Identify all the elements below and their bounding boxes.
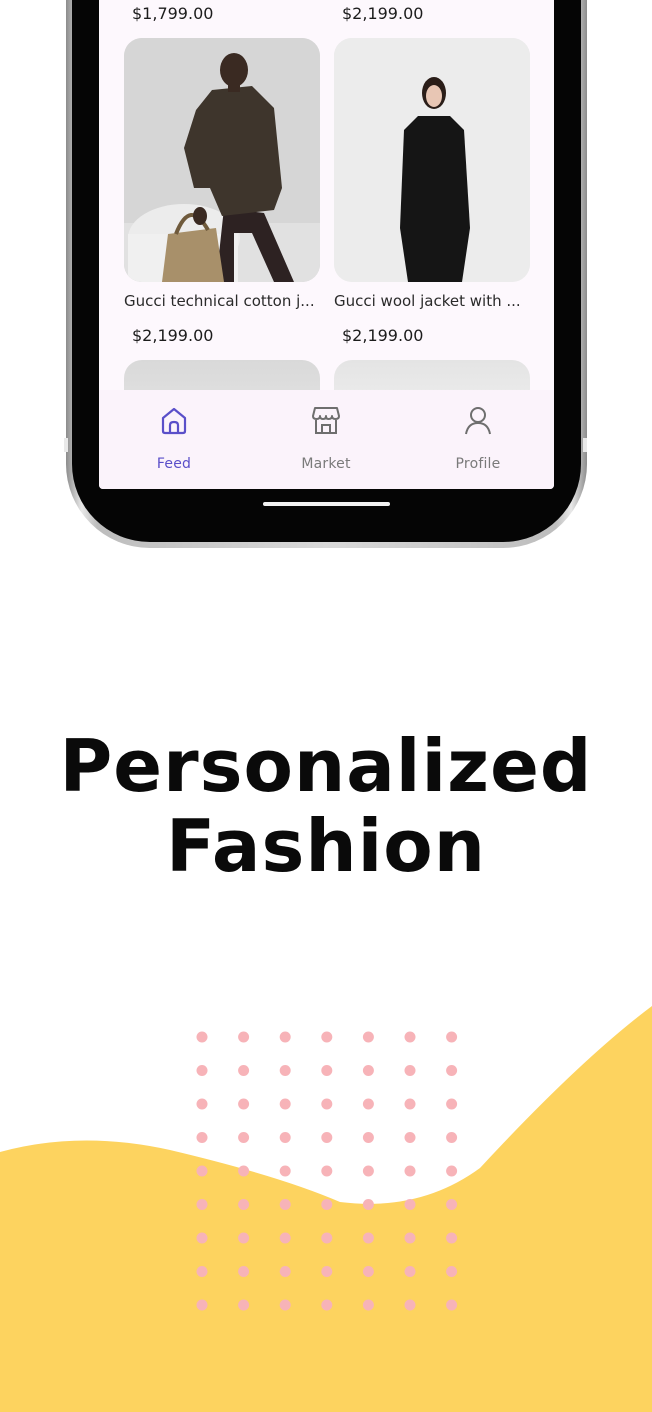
decor-dot [238,1299,250,1311]
decor-dot [196,1132,208,1143]
decor-dot [279,1199,291,1210]
product-price: $2,199.00 [342,4,424,23]
user-icon [465,407,491,435]
phone-side-button-left [64,438,68,452]
phone-side-button-right [583,438,587,452]
decor-dot [446,1065,458,1076]
decor-dot [404,1132,416,1143]
decor-dot [404,1266,416,1277]
home-icon [161,407,187,435]
decor-dot [279,1031,291,1043]
decor-dot [238,1232,250,1244]
product-price: $1,799.00 [132,4,214,23]
decor-dot [196,1098,208,1110]
home-indicator [263,502,390,506]
model-illustration [124,38,320,282]
decor-dot [279,1065,291,1076]
decor-dot [404,1299,416,1311]
decor-dot [238,1199,250,1210]
decor-dot [196,1232,208,1244]
decor-dot [279,1165,291,1177]
decor-dot [321,1031,333,1043]
decor-dot [321,1232,333,1244]
product-image-technical-jacket[interactable] [124,38,320,282]
decor-dot [238,1165,250,1177]
decor-dot [362,1165,374,1177]
decor-dot [404,1098,416,1110]
decor-dot [238,1031,250,1043]
decor-dot [404,1065,416,1076]
decor-dot [196,1199,208,1210]
decor-dot [238,1065,250,1076]
bottom-navigation: Feed Market Profile [99,390,554,489]
decor-dot [446,1232,458,1244]
decor-dot [238,1132,250,1143]
product-title[interactable]: Gucci technical cotton j... [124,292,320,310]
decor-dot [196,1065,208,1076]
headline: Personalized Fashion [0,726,652,886]
decor-dot [279,1132,291,1143]
nav-item-feed[interactable]: Feed [114,390,234,489]
decor-dot [196,1266,208,1277]
decorative-dot-grid [196,1031,458,1311]
decor-dot [321,1132,333,1143]
decor-dot [446,1165,458,1177]
decor-dot [362,1031,374,1043]
decor-dot [321,1199,333,1210]
decor-dot [321,1165,333,1177]
nav-label-market: Market [301,456,351,472]
nav-label-feed: Feed [156,456,192,472]
app-screen: $1,799.00 $2,199.00 Gucci technical cott… [99,0,554,489]
decor-dot [279,1232,291,1244]
product-price: $2,199.00 [342,326,424,345]
decor-dot [404,1165,416,1177]
decor-dot [404,1031,416,1043]
decor-dot [446,1199,458,1210]
decor-dot [362,1266,374,1277]
decor-dot [362,1098,374,1110]
decor-dot [279,1266,291,1277]
store-icon [312,407,340,434]
nav-item-profile[interactable]: Profile [418,390,538,489]
decor-dot [362,1232,374,1244]
headline-line-2: Fashion [165,804,487,888]
decor-dot [279,1299,291,1311]
decor-dot [321,1299,333,1311]
product-title[interactable]: Gucci wool jacket with ... [334,292,530,310]
decor-dot [279,1098,291,1110]
decor-dot [446,1098,458,1110]
decor-dot [196,1031,208,1043]
decor-dot [321,1266,333,1277]
decor-dot [404,1232,416,1244]
decor-dot [446,1299,458,1311]
decor-dot [321,1098,333,1110]
decor-dot [362,1065,374,1076]
decor-dot [196,1165,208,1177]
product-image-wool-jacket[interactable] [334,38,530,282]
product-price: $2,199.00 [132,326,214,345]
decor-dot [446,1132,458,1143]
decor-dot [238,1266,250,1277]
nav-item-market[interactable]: Market [266,390,386,489]
headline-line-1: Personalized [59,724,593,808]
decor-dot [362,1199,374,1210]
decor-dot [238,1098,250,1110]
decor-dot [446,1266,458,1277]
decor-dot [446,1031,458,1043]
decor-dot [321,1065,333,1076]
decor-dot [362,1299,374,1311]
model-illustration [334,38,530,282]
decor-dot [362,1132,374,1143]
nav-label-profile: Profile [455,456,501,472]
decor-dot [196,1299,208,1311]
decor-dot [404,1199,416,1210]
